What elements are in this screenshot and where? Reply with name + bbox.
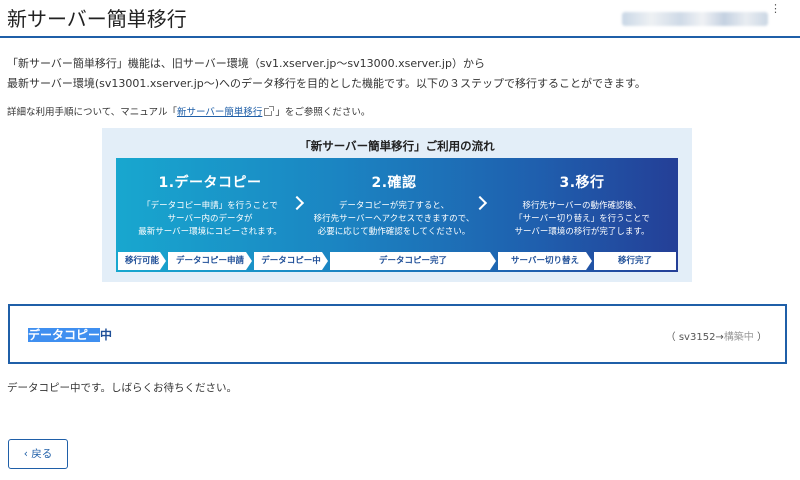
status-label-rest: 中 <box>100 328 113 342</box>
step-description: 「データコピー申請」を行うことで サーバー内のデータが 最新サーバー環境にコピー… <box>120 200 300 239</box>
description-line-1: 「新サーバー簡単移行」機能は、旧サーバー環境（sv1.xserver.jp〜sv… <box>7 57 485 70</box>
server-info-suffix: ） <box>753 332 767 343</box>
step-confirm: 2.確認 データコピーが完了すると、 移行先サーバーへアクセスできますので、 必… <box>304 158 484 246</box>
account-name-blurred <box>622 12 768 26</box>
back-button-label: 戻る <box>31 448 53 460</box>
step-title: 3.移行 <box>559 175 605 191</box>
external-link-icon <box>264 106 275 116</box>
step-title: 2.確認 <box>371 175 417 191</box>
stage-available: 移行可能 <box>118 252 166 270</box>
step-desc-line: 移行先サーバーへアクセスできますので、 <box>313 214 475 224</box>
step-desc-line: 最新サーバー環境にコピーされます。 <box>138 227 282 237</box>
stage-migration-complete: 移行完了 <box>594 252 676 270</box>
manual-prefix: 詳細な利用手順について、マニュアル「 <box>7 107 177 118</box>
stage-copy-complete: データコピー完了 <box>330 252 496 270</box>
back-button[interactable]: ‹ 戻る <box>8 439 68 469</box>
step-description: 移行先サーバーの動作確認後、 「サーバー切り替え」を行うことで サーバー環境の移… <box>492 200 672 239</box>
step-desc-line: サーバー内のデータが <box>167 214 253 224</box>
manual-link[interactable]: 新サーバー簡単移行 <box>177 107 262 118</box>
step-desc-line: サーバー環境の移行が完了します。 <box>514 227 650 237</box>
migration-status-box: データコピー中 （ sv3152→構築中 ） <box>8 304 787 364</box>
step-desc-line: 「データコピー申請」を行うことで <box>142 201 278 211</box>
step-desc-line: 必要に応じて動作確認をしてください。 <box>317 227 471 237</box>
description-line-2: 最新サーバー環境(sv13001.xserver.jp〜)へのデータ移行を目的と… <box>7 77 646 90</box>
server-info-prefix: （ sv3152→ <box>665 332 724 343</box>
step-desc-line: 「サーバー切り替え」を行うことで <box>514 214 650 224</box>
description: 「新サーバー簡単移行」機能は、旧サーバー環境（sv1.xserver.jp〜sv… <box>7 54 646 94</box>
manual-reference: 詳細な利用手順について、マニュアル「新サーバー簡単移行 」をご参照ください。 <box>7 104 370 118</box>
menu-dots-icon[interactable]: ⋮ <box>770 3 781 14</box>
migration-stage-bar: 移行可能 データコピー申請 データコピー中 データコピー完了 サーバー切り替え … <box>116 250 678 272</box>
status-label-highlight: データコピー <box>28 328 101 342</box>
step-description: データコピーが完了すると、 移行先サーバーへアクセスできますので、 必要に応じて… <box>304 200 484 239</box>
page-title: 新サーバー簡単移行 <box>7 7 187 31</box>
usage-flow-diagram: 「新サーバー簡単移行」ご利用の流れ 1.データコピー 「データコピー申請」を行う… <box>102 128 692 282</box>
step-desc-line: データコピーが完了すると、 <box>338 201 450 211</box>
stage-server-switch: サーバー切り替え <box>498 252 592 270</box>
status-label: データコピー中 <box>28 326 112 343</box>
wait-message: データコピー中です。しばらくお待ちください。 <box>7 382 237 394</box>
step-desc-line: 移行先サーバーの動作確認後、 <box>522 201 642 211</box>
stage-copy-requested: データコピー申請 <box>168 252 252 270</box>
flow-panel: 1.データコピー 「データコピー申請」を行うことで サーバー内のデータが 最新サ… <box>116 158 678 272</box>
server-building-text: 構築中 <box>723 332 754 343</box>
server-info: （ sv3152→構築中 ） <box>666 328 767 343</box>
manual-suffix: 」をご参照ください。 <box>275 107 371 118</box>
stage-copying: データコピー中 <box>254 252 328 270</box>
chevron-left-icon: ‹ <box>23 448 28 460</box>
step-migrate: 3.移行 移行先サーバーの動作確認後、 「サーバー切り替え」を行うことで サーバ… <box>492 158 672 246</box>
page-header: 新サーバー簡単移行 ⋮ <box>0 0 800 38</box>
step-data-copy: 1.データコピー 「データコピー申請」を行うことで サーバー内のデータが 最新サ… <box>120 158 300 246</box>
page: 新サーバー簡単移行 ⋮ 「新サーバー簡単移行」機能は、旧サーバー環境（sv1.x… <box>0 0 800 480</box>
flow-title: 「新サーバー簡単移行」ご利用の流れ <box>299 139 495 153</box>
step-title: 1.データコピー <box>158 175 262 191</box>
